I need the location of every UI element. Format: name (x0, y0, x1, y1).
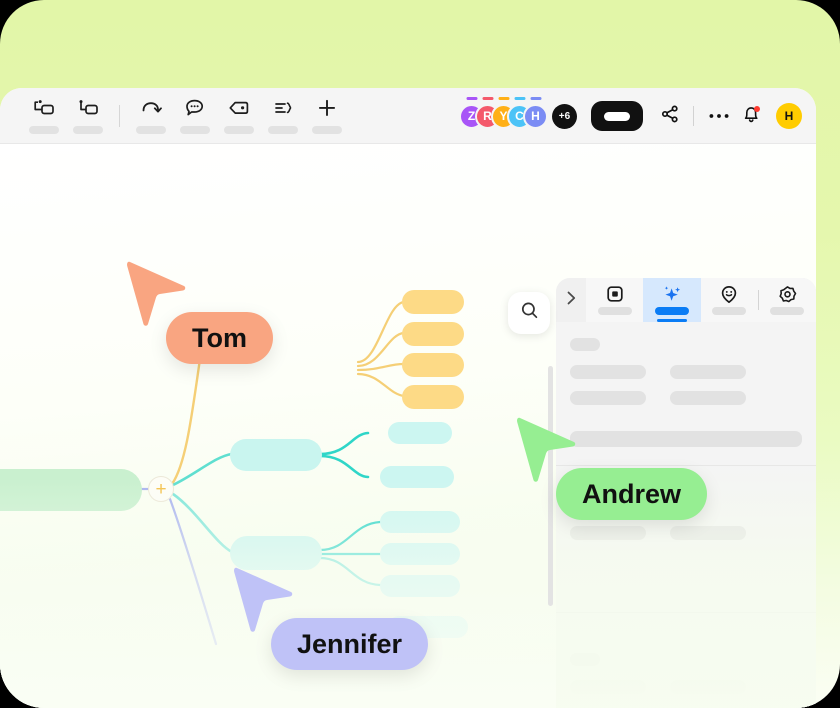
panel-skeleton-bar (570, 526, 646, 540)
add-label-skeleton (312, 125, 342, 134)
panel-skeleton-row (570, 680, 802, 694)
tag-button[interactable] (217, 92, 261, 140)
collaborator-tag-h (530, 96, 541, 100)
notification-badge-dot (754, 106, 760, 112)
branch-node-lower[interactable] (230, 536, 322, 570)
tab-settings[interactable] (759, 278, 816, 322)
leaf-node[interactable] (388, 422, 452, 444)
collaborator-overflow-count[interactable]: +6 (552, 103, 577, 129)
panel-tabs (586, 278, 816, 322)
screenshot-stage: Z R Y C H +6 H + Tom Andrew Jennifer (0, 0, 840, 708)
frame-icon (606, 285, 624, 303)
panel-skeleton-title (570, 653, 600, 666)
leaf-node[interactable] (402, 353, 464, 377)
leaf-node[interactable] (380, 543, 460, 565)
panel-card[interactable] (556, 613, 816, 708)
add-button[interactable] (305, 92, 349, 140)
outline-list-icon (272, 95, 294, 121)
collaborator-avatar-h[interactable]: H (523, 96, 548, 129)
panel-skeleton-bar (570, 365, 646, 379)
outline-label-skeleton (268, 125, 298, 134)
ellipsis-icon (708, 107, 730, 125)
tab-ai[interactable] (643, 278, 701, 322)
collaborator-avatar-stack: Z R Y C H +6 (459, 96, 577, 129)
emoji-pin-icon (720, 285, 738, 303)
toolbar-right-divider (693, 106, 694, 126)
cursor-label-jennifer[interactable]: Jennifer (271, 618, 429, 670)
share-button-label (604, 111, 630, 121)
mindmap-canvas[interactable]: + Tom Andrew Jennifer (0, 144, 816, 708)
outline-button[interactable] (261, 92, 305, 140)
add-sibling-icon (33, 95, 55, 121)
share-nodes-icon (660, 104, 680, 129)
toolbar-node-tools (22, 92, 349, 140)
search-icon (520, 301, 539, 325)
plus-icon (316, 95, 338, 121)
leaf-node[interactable] (380, 511, 460, 533)
undo-label-skeleton (136, 125, 166, 134)
tab-reaction-label-skeleton (712, 307, 747, 315)
panel-skeleton-wide-bar (570, 431, 802, 447)
collaborator-tag-y (498, 96, 509, 100)
tab-reaction[interactable] (701, 278, 758, 322)
chevron-right-icon (565, 290, 578, 311)
toolbar-right-cluster: Z R Y C H +6 H (459, 88, 802, 144)
tag-label-skeleton (224, 125, 254, 134)
panel-tab-bar (556, 278, 816, 322)
avatar-initial-h: H (523, 103, 548, 129)
leaf-node[interactable] (380, 466, 454, 488)
search-button[interactable] (508, 292, 550, 334)
tab-settings-label-skeleton (770, 307, 805, 315)
panel-skeleton-bar (670, 680, 746, 694)
panel-card[interactable] (556, 322, 816, 466)
collaborator-tag-c (514, 96, 525, 100)
add-child-node-button[interactable] (66, 92, 110, 140)
comment-button[interactable] (173, 92, 217, 140)
app-window: Z R Y C H +6 H + Tom Andrew Jennifer (0, 88, 816, 708)
panel-skeleton-row (570, 526, 802, 540)
panel-skeleton-row (570, 365, 802, 379)
cursor-label-tom[interactable]: Tom (166, 312, 273, 364)
collaborator-tag-z (466, 96, 477, 100)
panel-skeleton-bar (670, 391, 746, 405)
share-button[interactable] (591, 101, 643, 131)
panel-skeleton-bar (670, 526, 746, 540)
plus-icon: + (155, 478, 167, 500)
comment-label-skeleton (180, 125, 210, 134)
sparkle-icon (662, 285, 682, 303)
root-node[interactable] (0, 469, 142, 511)
collaborator-tag-r (482, 96, 493, 100)
expand-node-button[interactable]: + (148, 476, 174, 502)
add-child-icon (77, 95, 99, 121)
leaf-node[interactable] (402, 290, 464, 314)
panel-skeleton-bar (570, 680, 646, 694)
tag-icon (228, 95, 250, 121)
current-user-avatar[interactable]: H (776, 103, 802, 129)
tab-frame-label-skeleton (597, 307, 632, 315)
tab-ai-label-skeleton (654, 307, 689, 315)
notifications-button[interactable] (736, 101, 766, 131)
add-sibling-label-skeleton (29, 125, 59, 134)
tab-frame[interactable] (586, 278, 643, 322)
flower-gear-icon (778, 285, 797, 303)
panel-skeleton-bar (670, 365, 746, 379)
leaf-node[interactable] (380, 575, 460, 597)
comment-bubble-icon (184, 95, 206, 121)
panel-skeleton-title (570, 338, 600, 351)
leaf-node[interactable] (402, 385, 464, 409)
add-child-label-skeleton (73, 125, 103, 134)
add-sibling-node-button[interactable] (22, 92, 66, 140)
undo-arrow-icon (140, 95, 162, 121)
undo-button[interactable] (129, 92, 173, 140)
collapse-panel-button[interactable] (556, 278, 586, 322)
top-toolbar: Z R Y C H +6 H (0, 88, 816, 144)
toolbar-divider (119, 104, 120, 127)
branch-node-upper[interactable] (230, 439, 322, 471)
panel-skeleton-row (570, 391, 802, 405)
leaf-node[interactable] (402, 322, 464, 346)
panel-skeleton-bar (570, 391, 646, 405)
cursor-label-andrew[interactable]: Andrew (556, 468, 708, 520)
share-nodes-button[interactable] (655, 101, 685, 131)
more-options-button[interactable] (704, 101, 734, 131)
